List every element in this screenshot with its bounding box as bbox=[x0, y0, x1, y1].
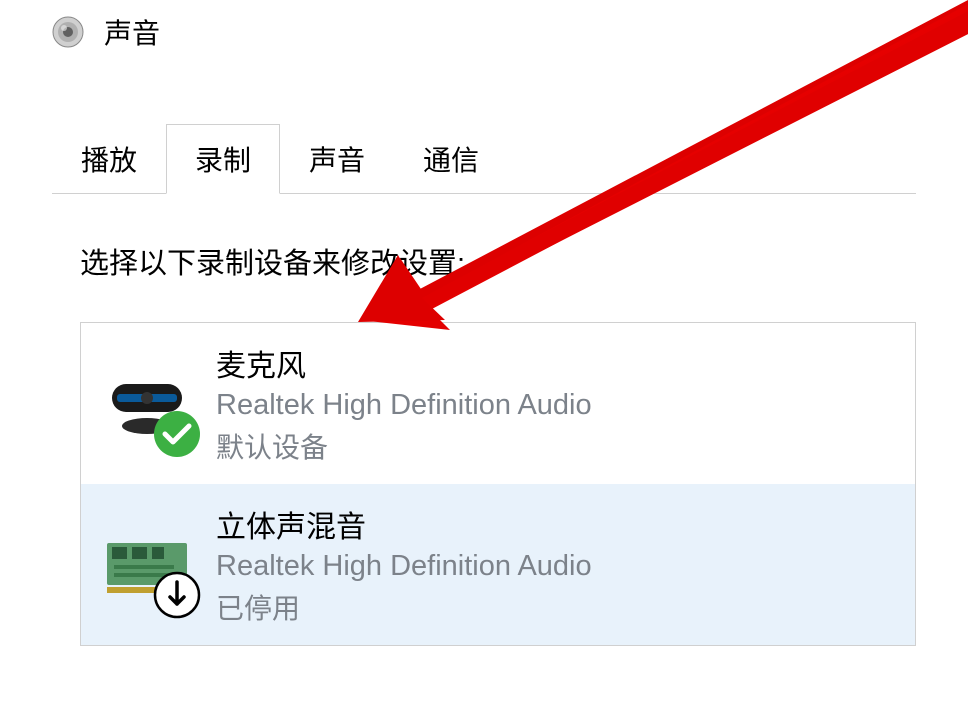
device-driver: Realtek High Definition Audio bbox=[216, 550, 592, 583]
device-name: 立体声混音 bbox=[216, 502, 592, 546]
device-item-microphone[interactable]: 麦克风 Realtek High Definition Audio 默认设备 bbox=[81, 323, 915, 484]
default-badge-icon bbox=[152, 409, 202, 459]
tabs-container: 播放 录制 声音 通信 bbox=[52, 124, 916, 194]
device-status: 已停用 bbox=[216, 587, 592, 627]
window-header: 声音 bbox=[0, 0, 968, 64]
device-driver: Realtek High Definition Audio bbox=[216, 389, 592, 422]
tab-content: 选择以下录制设备来修改设置: bbox=[52, 194, 916, 646]
device-info: 立体声混音 Realtek High Definition Audio 已停用 bbox=[216, 502, 592, 627]
disabled-badge-icon bbox=[152, 570, 202, 620]
device-name: 麦克风 bbox=[216, 341, 592, 385]
tab-playback[interactable]: 播放 bbox=[52, 124, 166, 193]
speaker-icon bbox=[50, 14, 86, 50]
device-item-stereo-mix[interactable]: 立体声混音 Realtek High Definition Audio 已停用 bbox=[81, 484, 915, 645]
instruction-text: 选择以下录制设备来修改设置: bbox=[80, 240, 916, 282]
device-list: 麦克风 Realtek High Definition Audio 默认设备 bbox=[80, 322, 916, 646]
tab-sounds[interactable]: 声音 bbox=[280, 124, 394, 193]
device-icon-wrapper bbox=[99, 517, 194, 612]
window-title: 声音 bbox=[104, 12, 160, 52]
device-info: 麦克风 Realtek High Definition Audio 默认设备 bbox=[216, 341, 592, 466]
tab-communications[interactable]: 通信 bbox=[394, 124, 508, 193]
device-icon-wrapper bbox=[99, 356, 194, 451]
tab-recording[interactable]: 录制 bbox=[166, 124, 280, 194]
device-status: 默认设备 bbox=[216, 426, 592, 466]
